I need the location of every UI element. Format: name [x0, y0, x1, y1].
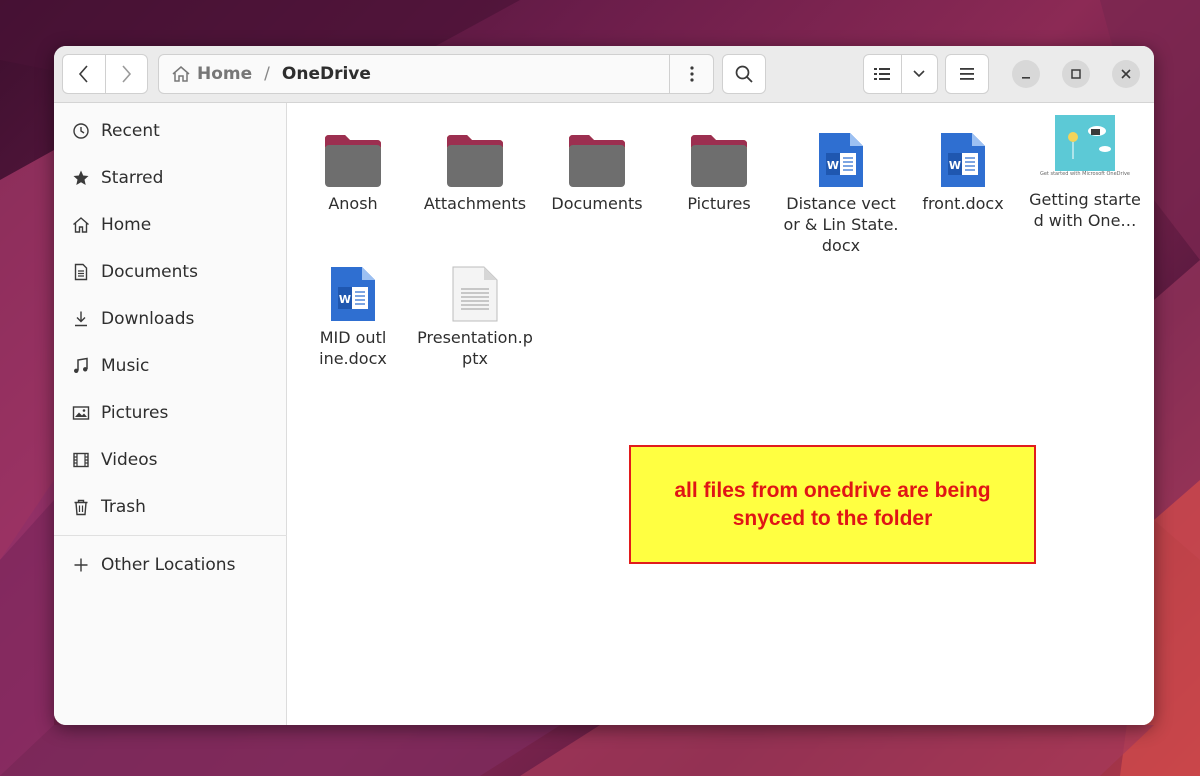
- sidebar-item-label: Documents: [101, 262, 198, 282]
- file-name: Documents: [551, 194, 643, 213]
- clock-icon: [70, 120, 92, 142]
- list-view-button[interactable]: [864, 55, 901, 93]
- minimize-button[interactable]: [1012, 60, 1040, 88]
- sidebar-item-videos[interactable]: Videos: [54, 440, 287, 480]
- back-icon: [78, 65, 88, 83]
- plus-icon: [70, 554, 92, 576]
- music-icon: [70, 355, 92, 377]
- sidebar: Recent Starred Home Documents Downloads …: [54, 103, 287, 725]
- folder-icon: [294, 103, 412, 189]
- location-menu-button[interactable]: [669, 54, 714, 94]
- minimize-icon: [1022, 77, 1030, 79]
- view-options-button[interactable]: [900, 55, 938, 93]
- file-manager-window: Home / OneDrive Recent Starred Home Docu…: [54, 46, 1154, 725]
- sidebar-item-label: Pictures: [101, 403, 169, 423]
- sidebar-item-starred[interactable]: Starred: [54, 158, 287, 198]
- sidebar-item-label: Recent: [101, 121, 160, 141]
- file-name: front.docx: [922, 194, 1004, 213]
- picture-icon: [70, 402, 92, 424]
- sidebar-item-label: Downloads: [101, 309, 195, 329]
- maximize-button[interactable]: [1062, 60, 1090, 88]
- trash-icon: [70, 496, 92, 518]
- document-icon: [70, 261, 92, 283]
- sidebar-item-downloads[interactable]: Downloads: [54, 299, 287, 339]
- file-name: Distance vector & Lin State.docx: [783, 194, 899, 255]
- file-item-attachments[interactable]: Attachments: [416, 103, 534, 214]
- folder-icon: [660, 103, 778, 189]
- sidebar-item-music[interactable]: Music: [54, 346, 287, 386]
- sidebar-item-recent[interactable]: Recent: [54, 111, 287, 151]
- forward-button[interactable]: [104, 55, 147, 93]
- breadcrumb-separator: /: [264, 64, 270, 84]
- file-name: MID outline.docx: [319, 328, 387, 368]
- file-item-presentation[interactable]: Presentation.pptx: [416, 237, 534, 369]
- file-item-anosh[interactable]: Anosh: [294, 103, 412, 214]
- navigation-buttons: [62, 54, 148, 94]
- folder-icon: [416, 103, 534, 189]
- sidebar-item-label: Music: [101, 356, 150, 376]
- home-icon: [70, 214, 92, 236]
- svg-text:W: W: [827, 159, 839, 172]
- sidebar-item-trash[interactable]: Trash: [54, 487, 287, 527]
- download-icon: [70, 308, 92, 330]
- file-name: Getting started with One…: [1029, 190, 1141, 230]
- sidebar-item-label: Starred: [101, 168, 164, 188]
- file-name: Pictures: [687, 194, 751, 213]
- back-button[interactable]: [63, 55, 105, 93]
- breadcrumb-current[interactable]: OneDrive: [282, 64, 371, 84]
- sidebar-item-label: Home: [101, 215, 152, 235]
- sidebar-item-documents[interactable]: Documents: [54, 252, 287, 292]
- hamburger-icon: [960, 68, 974, 80]
- word-document-icon: W: [782, 103, 900, 189]
- list-view-icon: [874, 68, 891, 80]
- file-grid: Anosh Attachments Documents Pictures W D…: [288, 103, 1154, 725]
- search-icon: [735, 65, 753, 83]
- forward-icon: [122, 65, 132, 83]
- word-document-icon: W: [294, 237, 412, 323]
- svg-text:W: W: [339, 293, 351, 306]
- star-icon: [70, 167, 92, 189]
- view-buttons: [863, 54, 938, 94]
- file-item-distance-vector[interactable]: W Distance vector & Lin State.docx: [782, 103, 900, 256]
- sidebar-item-other-locations[interactable]: Other Locations: [54, 545, 287, 585]
- svg-text:W: W: [949, 159, 961, 172]
- close-button[interactable]: [1112, 60, 1140, 88]
- file-item-documents[interactable]: Documents: [538, 103, 656, 214]
- sidebar-divider: [54, 535, 287, 536]
- file-item-getting-started[interactable]: Get started with Microsoft OneDrive Gett…: [1026, 103, 1144, 231]
- file-name: Presentation.pptx: [417, 328, 533, 368]
- file-item-mid-outline[interactable]: W MID outline.docx: [294, 237, 412, 369]
- file-name: Attachments: [423, 194, 527, 213]
- search-button[interactable]: [722, 54, 766, 94]
- sidebar-item-label: Trash: [101, 497, 146, 517]
- file-item-pictures[interactable]: Pictures: [660, 103, 778, 214]
- location-bar: Home / OneDrive: [158, 54, 714, 94]
- folder-icon: [538, 103, 656, 189]
- annotation-callout: all files from onedrive are being snyced…: [629, 445, 1036, 564]
- home-icon: [172, 66, 190, 82]
- film-icon: [70, 449, 92, 471]
- word-document-icon: W: [904, 103, 1022, 189]
- generic-document-icon: [416, 237, 534, 323]
- sidebar-item-pictures[interactable]: Pictures: [54, 393, 287, 433]
- main-menu-button[interactable]: [945, 54, 989, 94]
- breadcrumb-home[interactable]: Home: [197, 64, 252, 84]
- file-item-front-docx[interactable]: W front.docx: [904, 103, 1022, 214]
- file-name: Anosh: [328, 194, 378, 213]
- sidebar-item-label: Videos: [101, 450, 158, 470]
- sidebar-item-home[interactable]: Home: [54, 205, 287, 245]
- maximize-icon: [1071, 69, 1081, 79]
- kebab-icon: [689, 66, 694, 82]
- sidebar-item-label: Other Locations: [101, 555, 236, 575]
- chevron-down-icon: [913, 70, 925, 78]
- close-icon: [1121, 69, 1131, 79]
- header-bar: Home / OneDrive: [54, 46, 1154, 103]
